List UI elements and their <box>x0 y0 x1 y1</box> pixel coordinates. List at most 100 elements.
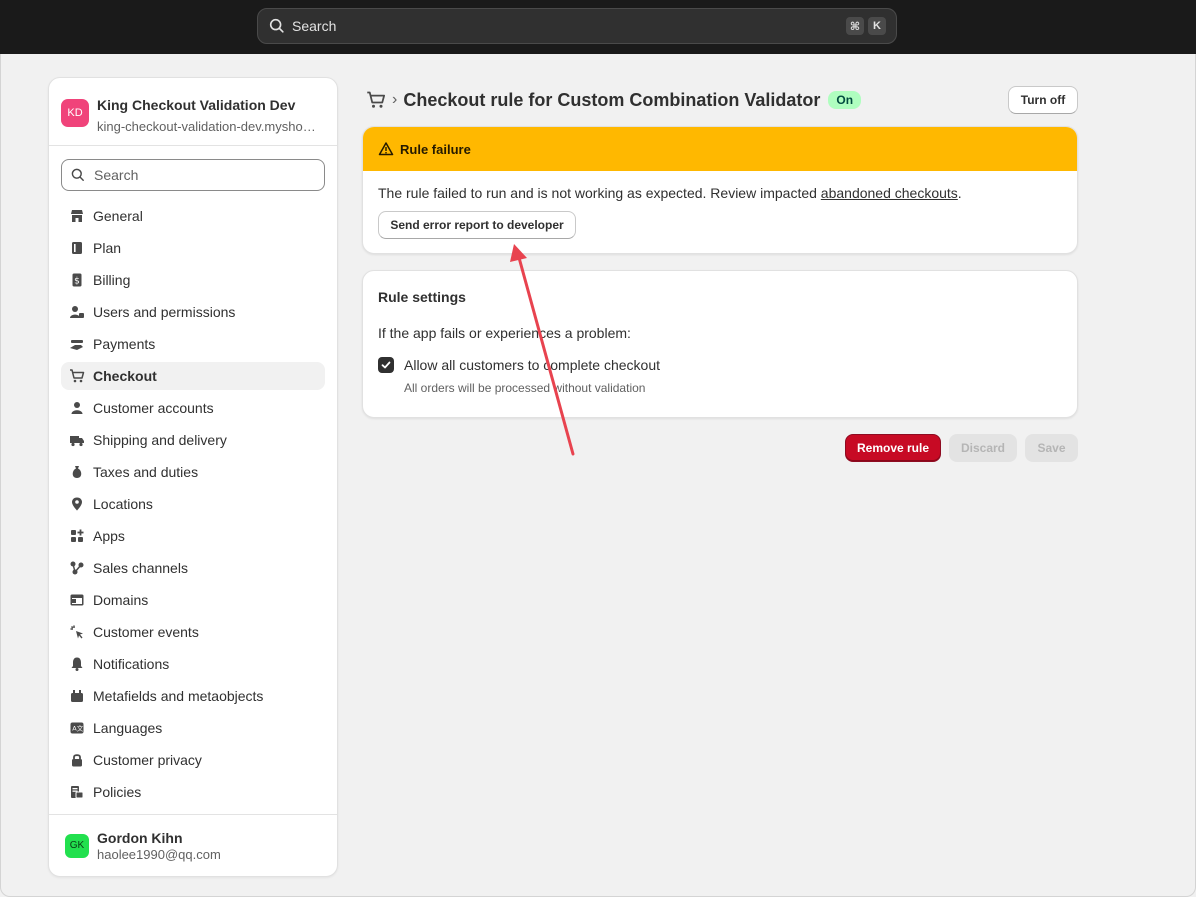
metafields-icon <box>67 686 87 706</box>
user-profile[interactable]: GK Gordon Kihn haolee1990@qq.com <box>49 814 337 876</box>
rule-failure-banner: Rule failure The rule failed to run and … <box>362 126 1078 254</box>
domains-icon <box>67 590 87 610</box>
sidebar-item-label: Domains <box>93 592 149 608</box>
rule-settings-card: Rule settings If the app fails or experi… <box>362 270 1078 418</box>
top-bar: Search ⌘ K <box>0 0 1196 54</box>
sidebar-item-locations[interactable]: Locations <box>61 490 325 518</box>
global-search-input[interactable]: Search ⌘ K <box>257 8 897 44</box>
banner-message-suffix: . <box>957 185 962 201</box>
banner-header: Rule failure <box>363 127 1077 171</box>
svg-text:文: 文 <box>77 724 84 733</box>
sidebar-item-label: General <box>93 208 143 224</box>
sidebar-item-label: Taxes and duties <box>93 464 199 480</box>
sidebar-item-label: Customer events <box>93 624 199 640</box>
abandoned-checkouts-link[interactable]: abandoned checkouts <box>821 185 958 201</box>
sidebar-item-label: Notifications <box>93 656 170 672</box>
avatar: GK <box>65 833 89 858</box>
search-icon <box>269 18 284 33</box>
sidebar-item-users[interactable]: Users and permissions <box>61 298 325 326</box>
rule-settings-title: Rule settings <box>378 289 466 305</box>
page-title: Checkout rule for Custom Combination Val… <box>403 89 821 110</box>
sidebar-item-customer-events[interactable]: Customer events <box>61 618 325 646</box>
store-domain: king-checkout-validation-dev.myshopify.c… <box>97 119 319 134</box>
user-name: Gordon Kihn <box>97 829 183 846</box>
allow-checkout-checkbox[interactable] <box>378 357 394 373</box>
page-header: › Checkout rule for Custom Combination V… <box>362 86 1078 114</box>
tax-icon <box>67 462 87 482</box>
sidebar-item-apps[interactable]: Apps <box>61 522 325 550</box>
allow-checkout-option[interactable]: Allow all customers to complete checkout <box>378 357 1062 373</box>
sidebar-item-label: Shipping and delivery <box>93 432 227 448</box>
location-icon <box>67 494 87 514</box>
sidebar-item-label: Policies <box>93 784 142 800</box>
sidebar-item-general[interactable]: General <box>61 202 325 230</box>
sidebar-item-label: Users and permissions <box>93 304 236 320</box>
checkmark-icon <box>381 361 391 369</box>
sidebar-item-customer-accounts[interactable]: Customer accounts <box>61 394 325 422</box>
sidebar-item-customer-privacy[interactable]: Customer privacy <box>61 746 325 774</box>
sidebar-item-label: Customer accounts <box>93 400 214 416</box>
bell-icon <box>67 654 87 674</box>
chevron-right-icon: › <box>392 91 398 108</box>
sidebar-item-billing[interactable]: $ Billing <box>61 266 325 294</box>
rule-settings-question: If the app fails or experiences a proble… <box>378 325 631 341</box>
truck-icon <box>67 430 87 450</box>
sidebar-item-domains[interactable]: Domains <box>61 586 325 614</box>
sidebar-item-label: Apps <box>93 528 125 544</box>
sidebar-item-plan[interactable]: Plan <box>61 234 325 262</box>
banner-message-prefix: The rule failed to run and is not workin… <box>378 185 821 201</box>
sidebar-item-label: Locations <box>93 496 153 512</box>
sidebar-item-checkout[interactable]: Checkout <box>61 362 325 390</box>
store-switcher[interactable]: KD King Checkout Validation Dev king-che… <box>49 78 337 146</box>
banner-message: The rule failed to run and is not workin… <box>378 185 1062 201</box>
warning-icon <box>378 142 394 156</box>
policies-icon <box>67 782 87 802</box>
settings-search-input[interactable]: Search <box>61 159 325 191</box>
sidebar-item-payments[interactable]: Payments <box>61 330 325 358</box>
person-icon <box>67 398 87 418</box>
sidebar-item-label: Checkout <box>93 368 157 384</box>
sidebar-item-label: Metafields and metaobjects <box>93 688 264 704</box>
sidebar-item-metafields[interactable]: Metafields and metaobjects <box>61 682 325 710</box>
sidebar-item-label: Languages <box>93 720 163 736</box>
sidebar-item-label: Plan <box>93 240 122 256</box>
plan-icon <box>67 238 87 258</box>
store-avatar: KD <box>61 99 89 127</box>
allow-checkout-label: Allow all customers to complete checkout <box>404 357 660 373</box>
banner-title: Rule failure <box>400 141 471 157</box>
lock-icon <box>67 750 87 770</box>
turn-off-button[interactable]: Turn off <box>1008 86 1078 114</box>
status-badge: On <box>828 91 862 109</box>
sidebar-item-label: Billing <box>93 272 131 288</box>
send-error-report-button[interactable]: Send error report to developer <box>378 211 576 239</box>
sidebar-item-label: Customer privacy <box>93 752 202 768</box>
sidebar-item-shipping[interactable]: Shipping and delivery <box>61 426 325 454</box>
apps-icon <box>67 526 87 546</box>
sidebar-item-languages[interactable]: A文 Languages <box>61 714 325 742</box>
user-email: haolee1990@qq.com <box>97 846 221 862</box>
remove-rule-button[interactable]: Remove rule <box>845 434 941 462</box>
settings-sidebar: KD King Checkout Validation Dev king-che… <box>48 77 338 877</box>
store-icon <box>67 206 87 226</box>
cart-icon[interactable] <box>366 90 386 110</box>
svg-text:$: $ <box>74 277 80 287</box>
allow-checkout-help: All orders will be processed without val… <box>404 381 646 395</box>
search-icon <box>71 168 84 181</box>
store-name: King Checkout Validation Dev <box>97 97 296 113</box>
cart-icon <box>67 366 87 386</box>
settings-nav: General Plan $ Billing Users and permiss… <box>61 202 325 810</box>
payments-icon <box>67 334 87 354</box>
channels-icon <box>67 558 87 578</box>
users-icon <box>67 302 87 322</box>
cursor-icon <box>67 622 87 642</box>
billing-icon: $ <box>67 270 87 290</box>
language-icon: A文 <box>67 718 87 738</box>
command-key: ⌘ <box>846 17 864 35</box>
sidebar-item-sales-channels[interactable]: Sales channels <box>61 554 325 582</box>
sidebar-item-policies[interactable]: Policies <box>61 778 325 806</box>
save-button[interactable]: Save <box>1025 434 1078 462</box>
discard-button[interactable]: Discard <box>949 434 1017 462</box>
sidebar-item-label: Payments <box>93 336 156 352</box>
sidebar-item-taxes[interactable]: Taxes and duties <box>61 458 325 486</box>
sidebar-item-notifications[interactable]: Notifications <box>61 650 325 678</box>
